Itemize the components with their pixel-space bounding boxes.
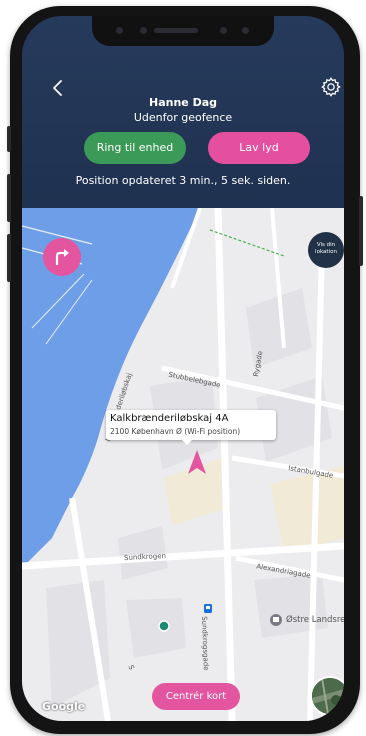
poi-label-oestre-landsret: Østre Landsret bbox=[286, 615, 344, 625]
screen: Hanne Dag Udenfor geofence Ring til enhe… bbox=[22, 16, 344, 721]
building-block bbox=[254, 574, 328, 638]
callout-address: Kalkbrænderiløbskaj 4A bbox=[110, 413, 229, 424]
geofence-status: Udenfor geofence bbox=[133, 111, 233, 124]
contact-name: Hanne Dag bbox=[148, 96, 217, 109]
address-callout: Kalkbrænderiløbskaj 4A 2100 København Ø … bbox=[106, 410, 276, 445]
mute-switch bbox=[7, 126, 11, 152]
callout-pointer bbox=[182, 440, 192, 445]
show-my-location-button[interactable]: Vis din lokation bbox=[308, 232, 344, 268]
camera-dot bbox=[140, 27, 147, 34]
metro-icon-window bbox=[206, 606, 210, 609]
road-sundkrogen bbox=[22, 542, 344, 570]
center-map-button[interactable]: Centrér kort bbox=[152, 683, 240, 710]
directions-button[interactable] bbox=[43, 238, 81, 276]
show-my-location-label: Vis din lokation bbox=[315, 242, 337, 255]
gear-icon[interactable] bbox=[320, 76, 342, 98]
back-icon[interactable] bbox=[50, 78, 66, 98]
power-button bbox=[359, 196, 363, 266]
poi-icon-shape bbox=[273, 617, 279, 622]
building-block bbox=[270, 466, 344, 554]
speaker-grille bbox=[154, 28, 198, 33]
volume-up-button bbox=[7, 174, 11, 222]
station-dot bbox=[158, 620, 170, 632]
google-logo: Google bbox=[42, 700, 86, 713]
map-layers-button[interactable] bbox=[310, 676, 344, 716]
ring-device-button[interactable]: Ring til enhed bbox=[84, 132, 186, 164]
building-block bbox=[126, 598, 186, 658]
position-updated-text: Position opdateret 3 min., 5 sek. siden. bbox=[75, 174, 291, 187]
sensor-dot bbox=[116, 27, 123, 34]
notch bbox=[92, 16, 274, 46]
sensor-dot bbox=[242, 27, 249, 34]
sensor-dot bbox=[220, 27, 227, 34]
play-sound-button[interactable]: Lav lyd bbox=[208, 132, 310, 164]
callout-subtitle: 2100 København Ø (Wi-Fi position) bbox=[110, 427, 241, 436]
volume-down-button bbox=[7, 234, 11, 282]
layers-icon bbox=[312, 678, 344, 714]
map-view[interactable]: Stubbelebgade Kalkbrænderiløbskaj Istanb… bbox=[22, 208, 344, 721]
direction-icon bbox=[55, 249, 69, 266]
